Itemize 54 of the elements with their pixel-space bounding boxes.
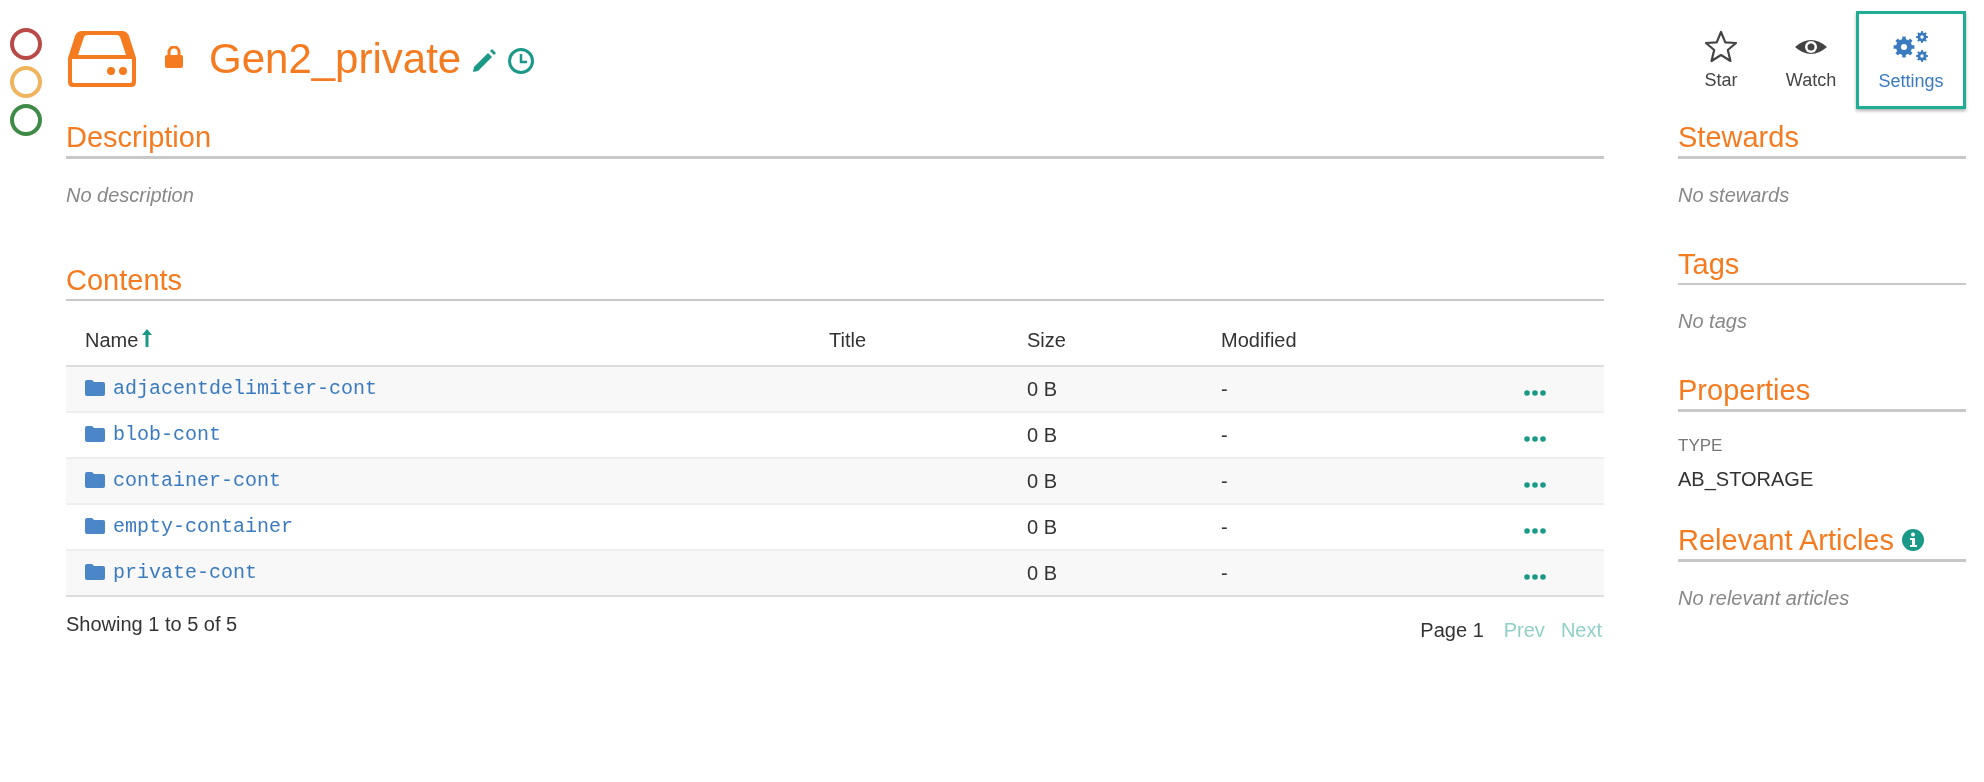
sort-arrow-icon[interactable] xyxy=(141,328,154,348)
table-cell: - xyxy=(1221,561,1228,584)
section-heading: Relevant Articles xyxy=(1678,523,1894,557)
result-count: Showing 1 to 5 of 5 xyxy=(66,613,238,636)
table-cell: - xyxy=(1221,377,1228,400)
property-label: TYPE xyxy=(1678,436,1724,456)
folder-link[interactable]: container-cont xyxy=(113,468,282,492)
table-cell: 0 B xyxy=(1027,423,1058,446)
folder-link[interactable]: empty-container xyxy=(113,514,294,538)
column-header[interactable]: Size xyxy=(1027,328,1066,352)
settings-button[interactable]: Settings xyxy=(1856,11,1966,109)
folder-icon xyxy=(85,472,105,489)
empty-note: No relevant articles xyxy=(1678,587,1851,610)
empty-note: No description xyxy=(66,184,195,207)
section-heading: Properties xyxy=(1678,373,1811,407)
more-icon[interactable] xyxy=(1524,527,1546,534)
table-cell: 0 B xyxy=(1027,515,1058,538)
drive-icon xyxy=(66,28,138,90)
table-cell: - xyxy=(1221,469,1228,492)
folder-icon xyxy=(85,564,105,581)
column-header[interactable]: Name xyxy=(85,328,154,352)
star-icon xyxy=(1704,29,1738,64)
empty-note: No stewards xyxy=(1678,184,1791,207)
table-cell: - xyxy=(1221,423,1228,446)
more-icon[interactable] xyxy=(1524,481,1546,488)
table-cell: 0 B xyxy=(1027,377,1058,400)
section-heading: Description xyxy=(66,120,212,154)
table-cell: 0 B xyxy=(1027,561,1058,584)
property-value: AB_STORAGE xyxy=(1678,468,1815,491)
watch-button[interactable]: Watch xyxy=(1766,11,1856,109)
page-title: Gen2_private xyxy=(209,35,462,83)
empty-note: No tags xyxy=(1678,310,1748,333)
info-icon[interactable] xyxy=(1902,529,1924,551)
folder-icon xyxy=(85,380,105,397)
more-icon[interactable] xyxy=(1524,389,1546,396)
column-header[interactable]: Title xyxy=(829,328,867,352)
section-heading: Contents xyxy=(66,263,183,297)
pencil-icon[interactable] xyxy=(471,48,498,74)
folder-link[interactable]: blob-cont xyxy=(113,422,222,446)
clock-icon[interactable] xyxy=(507,47,536,75)
folder-icon xyxy=(85,426,105,443)
more-icon[interactable] xyxy=(1524,573,1546,580)
more-icon[interactable] xyxy=(1524,435,1546,442)
section-heading: Tags xyxy=(1678,247,1740,281)
section-heading: Stewards xyxy=(1678,120,1799,154)
folder-link[interactable]: private-cont xyxy=(113,560,258,584)
column-header[interactable]: Modified xyxy=(1221,328,1297,352)
table-cell: 0 B xyxy=(1027,469,1058,492)
folder-icon xyxy=(85,518,105,535)
gears-icon xyxy=(1891,28,1931,65)
page-number: Page 1 xyxy=(1420,619,1484,642)
table-cell: - xyxy=(1221,515,1228,538)
folder-link[interactable]: adjacentdelimiter-cont xyxy=(113,376,378,400)
star-button[interactable]: Star xyxy=(1676,11,1766,109)
